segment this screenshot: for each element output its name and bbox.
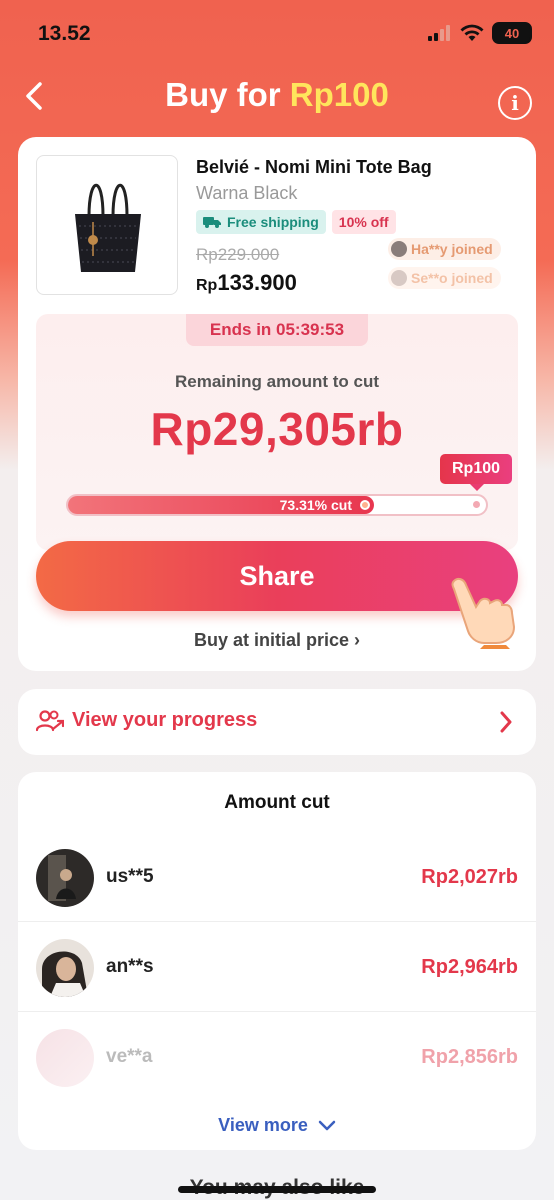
cut-amount: Rp2,964rb	[421, 956, 518, 978]
progress-knob	[360, 500, 370, 510]
avatar	[391, 241, 407, 257]
cut-progress-fill: 73.31% cut	[68, 496, 374, 514]
chevron-right-icon	[500, 711, 512, 733]
target-price-tag: Rp100	[440, 454, 512, 491]
remaining-amount: Rp29,305rb	[150, 403, 404, 455]
price-currency: Rp	[196, 277, 218, 294]
product-badges: Free shipping 10% off	[196, 210, 396, 234]
battery-icon: 40	[492, 22, 532, 44]
cut-amount: Rp2,856rb	[421, 1046, 518, 1068]
product-name: Belvié - Nomi Mini Tote Bag	[196, 157, 432, 177]
title-prefix: Buy for	[165, 76, 290, 113]
cut-progress-bar: 73.31% cut	[66, 494, 488, 516]
remaining-label: Remaining amount to cut	[175, 372, 379, 391]
joined-badge: Ha**y joined	[388, 238, 501, 260]
amount-cut-card: Amount cut us**5 Rp2,027rb an**s Rp2,964…	[18, 772, 536, 1150]
chevron-down-icon	[318, 1120, 336, 1130]
list-item: an**s Rp2,964rb	[18, 922, 536, 1012]
chevron-right-icon: ›	[354, 630, 361, 650]
joined-badge: Se**o joined	[388, 267, 501, 289]
status-time: 13.52	[38, 22, 91, 45]
info-icon[interactable]: i	[498, 86, 532, 120]
countdown-badge: Ends in 05:39:53	[186, 314, 368, 346]
cellular-signal-icon	[428, 25, 450, 41]
nav-header: Buy for Rp100 i	[0, 72, 554, 122]
amount-cut-title: Amount cut	[224, 792, 330, 813]
list-item: ve**a Rp2,856rb	[18, 1012, 536, 1102]
tote-bag-image	[75, 183, 141, 272]
user-name: ve**a	[106, 1046, 153, 1067]
avatar	[391, 270, 407, 286]
current-price: Rp133.900	[196, 270, 297, 296]
view-more-button[interactable]: View more	[18, 1115, 536, 1136]
view-more-label: View more	[218, 1115, 308, 1135]
wifi-icon	[460, 24, 484, 41]
price-amount: 133.900	[217, 270, 297, 295]
truck-icon	[203, 217, 221, 228]
status-icons: 40	[428, 22, 532, 44]
original-price: Rp229.000	[196, 245, 280, 264]
buy-initial-label: Buy at initial price	[193, 630, 350, 650]
product-image[interactable]	[36, 155, 178, 295]
cut-amount: Rp2,027rb	[421, 866, 518, 888]
product-cut-card: Belvié - Nomi Mini Tote Bag Warna Black …	[18, 137, 536, 671]
free-shipping-badge: Free shipping	[196, 210, 326, 234]
home-indicator[interactable]	[178, 1186, 376, 1193]
user-name: us**5	[106, 866, 154, 887]
joined-text: Ha**y joined	[411, 241, 493, 257]
joined-text: Se**o joined	[411, 270, 493, 286]
status-bar: 13.52 40	[0, 0, 554, 64]
list-item: us**5 Rp2,027rb	[18, 832, 536, 922]
users-progress-icon	[36, 710, 64, 732]
product-variant: Warna Black	[196, 183, 298, 203]
free-shipping-label: Free shipping	[227, 214, 319, 230]
progress-end-dot	[473, 501, 480, 508]
buy-initial-price-link[interactable]: Buy at initial price ›	[18, 630, 536, 651]
title-price: Rp100	[289, 76, 389, 113]
avatar	[36, 939, 94, 997]
view-progress-label: View your progress	[72, 709, 258, 731]
avatar	[36, 1029, 94, 1087]
cut-progress-panel: Ends in 05:39:53 Remaining amount to cut…	[36, 314, 518, 550]
page-title: Buy for Rp100	[0, 76, 554, 114]
discount-badge: 10% off	[331, 210, 396, 234]
user-name: an**s	[106, 956, 154, 977]
avatar	[36, 849, 94, 907]
view-progress-row[interactable]: View your progress	[18, 689, 536, 755]
progress-label: 73.31% cut	[279, 497, 352, 513]
